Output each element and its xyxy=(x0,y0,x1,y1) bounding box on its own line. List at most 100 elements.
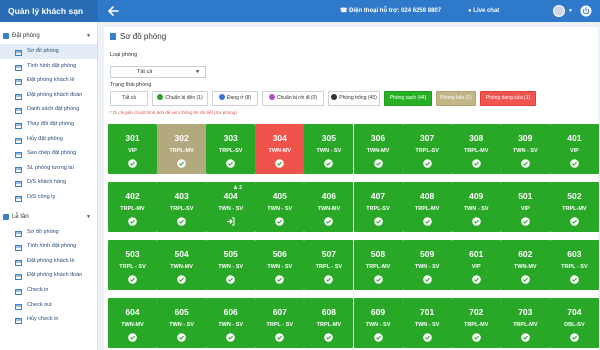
check-circle-icon xyxy=(324,333,334,342)
filter-button-1[interactable]: Chuẩn bị đến (1) xyxy=(152,91,208,106)
room-tile-605[interactable]: 605 TWN - SV xyxy=(157,298,207,348)
sidebar-item-reception-1[interactable]: Tình hình đặt phòng xyxy=(0,239,97,254)
room-tile-301[interactable]: 301 VIP xyxy=(108,124,157,174)
room-tile-608[interactable]: 608 TRPL-MV xyxy=(304,298,354,348)
sidebar-item-reception-0[interactable]: Sơ đồ phòng xyxy=(0,225,97,240)
room-tile-702[interactable]: 702 TRPL-MV xyxy=(451,298,501,348)
sidebar-item-booking-6[interactable]: Hủy đặt phòng xyxy=(0,132,97,147)
room-tile-304[interactable]: 304 TWN-MV xyxy=(255,124,305,174)
room-tile-509[interactable]: 509 TWN - SV xyxy=(402,240,452,290)
check-circle-icon xyxy=(275,217,285,226)
room-tile-402[interactable]: 402 TRPL-MV xyxy=(108,182,157,232)
room-tile-307[interactable]: 307 TRPL-SV xyxy=(402,124,452,174)
app-brand[interactable]: Quản lý khách sạn xyxy=(0,0,98,22)
room-tile-704[interactable]: 704 DBL-SV xyxy=(549,298,599,348)
check-circle-icon xyxy=(471,275,481,284)
room-tile-603[interactable]: 603 TRPL - SV xyxy=(549,240,599,290)
room-tile-401[interactable]: 401 VIP xyxy=(549,124,599,174)
room-tile-609[interactable]: 609 TWN - SV xyxy=(353,298,403,348)
room-tile-504[interactable]: 504 TWN-MV xyxy=(157,240,207,290)
room-tile-308[interactable]: 308 TRPL-MV xyxy=(451,124,501,174)
sidebar-item-booking-4[interactable]: Danh sách đặt phòng xyxy=(0,102,97,117)
sidebar-section-booking[interactable]: Đặt phòng ▼ xyxy=(0,28,97,44)
sidebar-item-reception-2[interactable]: Đặt phòng khách lẻ xyxy=(0,254,97,269)
sidebar-item-label: Đặt phòng khách lẻ xyxy=(27,257,75,264)
power-icon[interactable] xyxy=(580,5,592,17)
sidebar-item-label: Check out xyxy=(27,301,52,308)
room-tile-703[interactable]: 703 TRPL-MV xyxy=(500,298,550,348)
top-bar: Quản lý khách sạn ☎ Điện thoại hỗ trợ: 0… xyxy=(0,0,600,22)
chevron-down-icon[interactable]: ▼ xyxy=(568,0,573,22)
room-tile-601[interactable]: 601 VIP xyxy=(451,240,501,290)
filter-button-6[interactable]: Phòng bẩn (1) xyxy=(436,91,476,106)
room-type: TWN - SV xyxy=(218,322,244,328)
sidebar-item-label: Sao chép đặt phòng xyxy=(27,150,77,157)
live-chat-link[interactable]: ● Live chat xyxy=(468,0,499,22)
sidebar-item-booking-9[interactable]: D/S khách hàng xyxy=(0,175,97,190)
filter-button-2[interactable]: Đang ở (8) xyxy=(212,91,258,106)
check-circle-icon xyxy=(422,275,432,284)
sidebar-item-reception-6[interactable]: Hủy check in xyxy=(0,312,97,327)
sidebar-item-booking-0[interactable]: Sơ đồ phòng xyxy=(0,44,97,59)
avatar[interactable] xyxy=(553,5,565,17)
room-number: 401 xyxy=(567,133,582,143)
room-number: 508 xyxy=(370,249,386,259)
room-type: TWN - SV xyxy=(414,264,440,270)
room-tile-407[interactable]: 407 TRPL-SV xyxy=(353,182,403,232)
room-number: 303 xyxy=(223,133,238,143)
room-tile-409[interactable]: 409 TWN - SV xyxy=(451,182,501,232)
room-tile-405[interactable]: 405 TWN - SV xyxy=(255,182,305,232)
room-type: TWN - SV xyxy=(169,322,194,328)
room-tile-508[interactable]: 508 TRPL-MV xyxy=(353,240,403,290)
room-type-select[interactable]: Tất cả ▼ xyxy=(110,66,206,78)
sidebar-item-booking-10[interactable]: D/S công ty xyxy=(0,190,97,205)
room-tile-406[interactable]: 406 TWN-MV xyxy=(304,182,354,232)
room-tile-606[interactable]: 606 TWN - SV xyxy=(206,298,256,348)
room-tile-408[interactable]: 408 TRPL-MV xyxy=(402,182,452,232)
room-tile-507[interactable]: 507 TRPL - SV xyxy=(304,240,354,290)
room-tile-303[interactable]: 303 TRPL-SV xyxy=(206,124,256,174)
sidebar-item-booking-3[interactable]: Đặt phòng khách đoàn xyxy=(0,88,97,103)
room-number: 306 xyxy=(370,133,386,143)
room-tile-502[interactable]: 502 TRPL-MV xyxy=(549,182,599,232)
sidebar-item-booking-8[interactable]: SL phòng tương lai xyxy=(0,161,97,176)
sidebar-section-reception[interactable]: Lễ tân ▼ xyxy=(0,209,97,225)
sidebar-item-reception-3[interactable]: Đặt phòng khách đoàn xyxy=(0,268,97,283)
menu-item-icon xyxy=(15,63,22,71)
room-tile-503[interactable]: 503 TRPL - SV xyxy=(108,240,157,290)
map-icon xyxy=(110,33,116,40)
room-tile-505[interactable]: 505 TWN - SV xyxy=(206,240,256,290)
check-circle-icon xyxy=(226,333,235,342)
check-circle-icon xyxy=(128,159,137,168)
room-type: TRPL-MV xyxy=(513,322,538,328)
filter-button-4[interactable]: Phòng trống (45) xyxy=(328,91,380,106)
room-type: TWN-MV xyxy=(366,148,390,154)
room-tile-506[interactable]: 506 TWN - SV xyxy=(255,240,305,290)
menu-item-icon xyxy=(15,165,22,173)
sidebar-item-reception-5[interactable]: Check out xyxy=(0,298,97,313)
sidebar-item-booking-7[interactable]: Sao chép đặt phòng xyxy=(0,146,97,161)
room-tile-701[interactable]: 701 TWN - SV xyxy=(402,298,452,348)
room-type: TWN-MV xyxy=(268,148,292,154)
sidebar-item-booking-5[interactable]: Thay đổi đặt phòng xyxy=(0,117,97,132)
sidebar-item-booking-2[interactable]: Đặt phòng khách lẻ xyxy=(0,73,97,88)
room-tile-607[interactable]: 607 TRPL - SV xyxy=(255,298,305,348)
arrow-left-icon[interactable] xyxy=(106,4,120,18)
room-tile-403[interactable]: 403 TRPL-SV xyxy=(157,182,207,232)
room-tile-309[interactable]: 309 TWN - SV xyxy=(500,124,550,174)
room-type: TWN - SV xyxy=(316,148,342,154)
room-tile-604[interactable]: 604 TWN-MV xyxy=(108,298,157,348)
filter-button-0[interactable]: Tất cả xyxy=(110,91,148,106)
room-type: TWN-MV xyxy=(513,264,537,270)
sidebar-item-reception-4[interactable]: Check in xyxy=(0,283,97,298)
filter-button-3[interactable]: Chuẩn bị rời đi (0) xyxy=(262,91,324,106)
room-tile-305[interactable]: 305 TWN - SV xyxy=(304,124,354,174)
filter-button-7[interactable]: Phòng đang sửa (1) xyxy=(480,91,536,106)
room-tile-602[interactable]: 602 TWN-MV xyxy=(500,240,550,290)
room-tile-306[interactable]: 306 TWN-MV xyxy=(353,124,403,174)
room-tile-501[interactable]: 501 VIP xyxy=(500,182,550,232)
filter-button-5[interactable]: Phòng sạch (44) xyxy=(384,91,432,106)
sidebar-item-booking-1[interactable]: Tình hình đặt phòng xyxy=(0,59,97,74)
room-tile-302[interactable]: 302 TRPL-MV xyxy=(157,124,207,174)
room-tile-404[interactable]: 404 TWN - SV ♟ 2 xyxy=(206,182,256,232)
